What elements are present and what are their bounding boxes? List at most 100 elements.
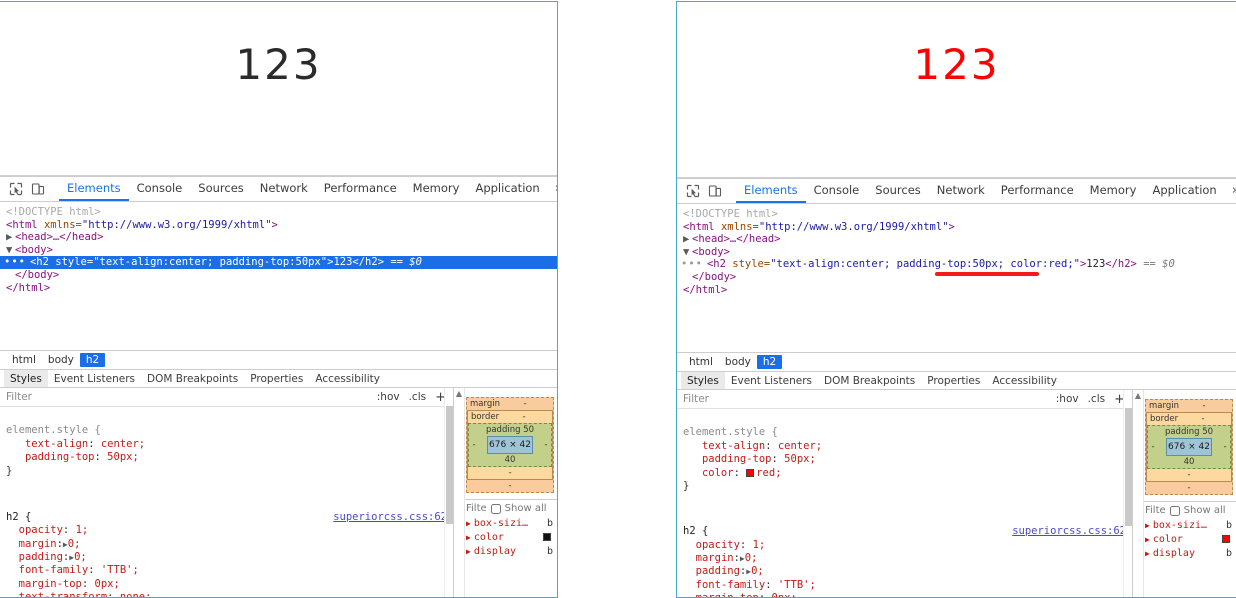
tab-memory[interactable]: Memory (405, 177, 468, 201)
box-model-diagram: margin - border - padding 50 - 676 × 42 - (466, 397, 554, 493)
tab-console[interactable]: Console (806, 179, 868, 203)
styles-pane-scrollbar[interactable] (444, 388, 453, 597)
tab-application[interactable]: Application (467, 177, 547, 201)
box-model-padding-label: padding (485, 425, 521, 435)
sidebar-tab-event-listeners[interactable]: Event Listeners (48, 370, 141, 387)
tab-application[interactable]: Application (1144, 179, 1224, 203)
box-model-border[interactable]: border - padding 50 - 676 × 42 - 40 - (1146, 412, 1232, 482)
device-toolbar-icon[interactable] (27, 178, 49, 200)
collapse-arrow-icon[interactable]: ▼ (683, 246, 692, 259)
breadcrumb-item-body[interactable]: body (42, 353, 80, 367)
sidebar-tab-properties[interactable]: Properties (244, 370, 309, 387)
computed-item-color[interactable]: ▶ color (1145, 533, 1236, 547)
computed-item-color[interactable]: ▶ color (466, 531, 557, 545)
expand-arrow-icon[interactable]: ▶ (6, 231, 15, 244)
tab-network[interactable]: Network (929, 179, 993, 203)
sidebar-tab-dom-breakpoints[interactable]: DOM Breakpoints (818, 372, 921, 389)
inspect-element-icon[interactable] (682, 180, 704, 202)
box-model-content[interactable]: 676 × 42 (487, 436, 533, 454)
css-value-color[interactable]: red; (756, 467, 781, 479)
styles-filter-input[interactable]: Filter (683, 393, 709, 405)
css-value[interactable]: 50px; (107, 451, 139, 463)
dom-line-head[interactable]: ▶ <head>…</head> (677, 233, 1236, 246)
computed-filter-input[interactable]: Filte (1145, 505, 1166, 516)
tab-performance[interactable]: Performance (316, 177, 405, 201)
css-value[interactable]: 50px; (784, 453, 816, 465)
breadcrumb-item-html[interactable]: html (6, 353, 42, 367)
css-prop[interactable]: padding-top (25, 451, 95, 463)
show-all-label[interactable]: Show all (505, 503, 547, 514)
hov-toggle[interactable]: :hov (1056, 393, 1079, 405)
dom-line-body-open[interactable]: ▼ <body> (0, 244, 557, 257)
dom-line-html-close: </html> (683, 283, 728, 296)
breadcrumb-item-h2[interactable]: h2 (79, 353, 106, 367)
cls-toggle[interactable]: .cls (1088, 393, 1106, 405)
breadcrumb-item-body[interactable]: body (719, 355, 757, 369)
tab-memory[interactable]: Memory (1082, 179, 1145, 203)
box-model-margin[interactable]: margin - border - padding 50 - 676 × 42 - (1145, 399, 1233, 495)
dom-line-html-close: </html> (6, 281, 51, 294)
css-prop[interactable]: text-align (25, 438, 88, 450)
box-model-border[interactable]: border - padding 50 - 676 × 42 - 40 - (467, 410, 553, 480)
sidebar-tab-accessibility[interactable]: Accessibility (986, 372, 1063, 389)
sidebar-tab-properties[interactable]: Properties (921, 372, 986, 389)
computed-item-display[interactable]: ▶ display b (466, 545, 557, 559)
css-value[interactable]: center; (101, 438, 145, 450)
more-tabs-chevron-icon[interactable]: » (548, 177, 557, 201)
sidebar-tab-styles[interactable]: Styles (681, 372, 725, 389)
show-all-checkbox[interactable] (1169, 505, 1180, 516)
color-swatch[interactable] (746, 468, 755, 477)
scroll-up-arrow-icon[interactable]: ▲ (1133, 390, 1143, 401)
dom-line-head[interactable]: ▶ <head>…</head> (0, 231, 557, 244)
css-prop[interactable]: text-align (702, 440, 765, 452)
box-model-padding[interactable]: padding 50 - 676 × 42 - 40 (1147, 425, 1231, 469)
computed-item-box-sizing[interactable]: ▶ box-sizi… b (1145, 519, 1236, 533)
box-model-content[interactable]: 676 × 42 (1166, 438, 1212, 456)
hov-toggle[interactable]: :hov (377, 391, 400, 403)
computed-item-display[interactable]: ▶ display b (1145, 547, 1236, 561)
styles-pane-scrollbar[interactable] (1123, 390, 1132, 597)
tab-console[interactable]: Console (129, 177, 191, 201)
tab-elements[interactable]: Elements (59, 177, 129, 201)
expand-arrow-icon[interactable]: ▶ (683, 233, 692, 246)
node-ellipsis-icon[interactable]: ••• (0, 256, 30, 268)
tab-sources[interactable]: Sources (190, 177, 252, 201)
breadcrumb-item-h2[interactable]: h2 (756, 355, 783, 369)
computed-filter-input[interactable]: Filte (466, 503, 487, 514)
dom-line-selected-h2[interactable]: ••• <h2 style="text-align:center; padding… (677, 258, 1236, 271)
breadcrumb-item-html[interactable]: html (683, 355, 719, 369)
cls-toggle[interactable]: .cls (409, 391, 427, 403)
box-model-padding[interactable]: padding 50 - 676 × 42 - 40 (468, 423, 552, 467)
dom-line-body-open[interactable]: ▼ <body> (677, 246, 1236, 259)
metrics-pane-scrollbar[interactable]: ▲ (1133, 390, 1144, 597)
show-all-label[interactable]: Show all (1184, 505, 1226, 516)
css-value[interactable]: center; (778, 440, 822, 452)
css-prop-color[interactable]: color (702, 467, 734, 479)
box-model-margin[interactable]: margin - border - padding 50 - 676 × 42 - (466, 397, 554, 493)
tab-sources[interactable]: Sources (867, 179, 929, 203)
dom-line-html-open: <html xmlns="http://www.w3.org/1999/xhtm… (683, 220, 955, 233)
tab-elements[interactable]: Elements (736, 179, 806, 203)
dom-line-selected-h2[interactable]: ••• <h2 style="text-align:center; padding… (0, 256, 557, 269)
stylesheet-source-link[interactable]: superiorcss.css:62 (1012, 525, 1126, 538)
node-ellipsis-icon[interactable]: ••• (677, 258, 707, 270)
sidebar-tab-styles[interactable]: Styles (4, 370, 48, 387)
sidebar-tab-event-listeners[interactable]: Event Listeners (725, 372, 818, 389)
show-all-checkbox[interactable] (490, 503, 501, 514)
computed-item-box-sizing[interactable]: ▶ box-sizi… b (466, 517, 557, 531)
sidebar-tab-accessibility[interactable]: Accessibility (309, 370, 386, 387)
metrics-pane-scrollbar[interactable]: ▲ (454, 388, 465, 597)
computed-filter-row: Filte Show all (454, 499, 557, 517)
styles-filter-input[interactable]: Filter (6, 391, 32, 403)
tab-performance[interactable]: Performance (993, 179, 1082, 203)
box-model-padding-label: padding (1164, 427, 1200, 437)
scroll-up-arrow-icon[interactable]: ▲ (454, 388, 464, 399)
inspect-element-icon[interactable] (5, 178, 27, 200)
tab-network[interactable]: Network (252, 177, 316, 201)
sidebar-tab-dom-breakpoints[interactable]: DOM Breakpoints (141, 370, 244, 387)
stylesheet-source-link[interactable]: superiorcss.css:62 (333, 511, 447, 524)
more-tabs-chevron-icon[interactable]: » (1225, 179, 1236, 203)
device-toolbar-icon[interactable] (704, 180, 726, 202)
collapse-arrow-icon[interactable]: ▼ (6, 244, 15, 257)
css-prop[interactable]: padding-top (702, 453, 772, 465)
